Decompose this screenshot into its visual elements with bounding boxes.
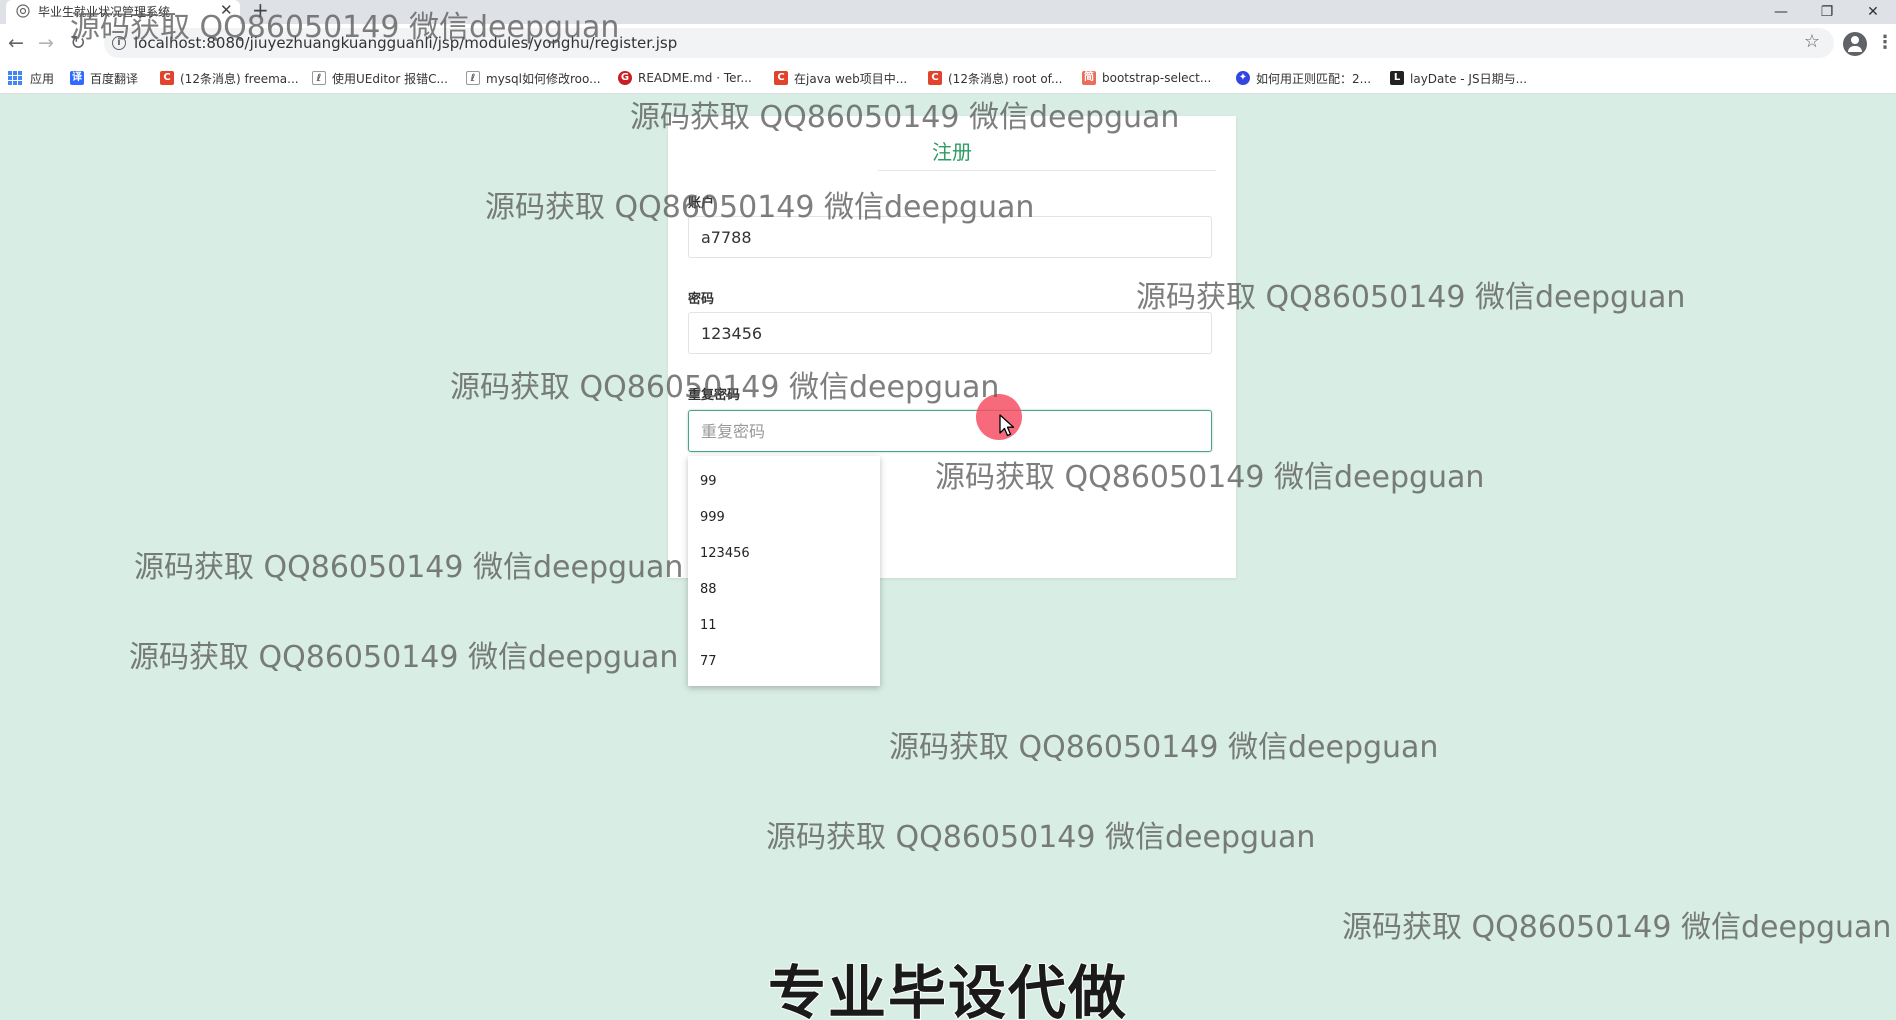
autocomplete-option[interactable]: 88 — [688, 572, 880, 608]
bookmark-star-icon[interactable]: ☆ — [1804, 31, 1820, 52]
new-tab-button[interactable]: + — [252, 0, 269, 22]
url-text[interactable]: localhost:8080/jiuyezhuangkuangguanli/js… — [134, 34, 677, 52]
layui-icon: L — [1390, 71, 1404, 85]
autocomplete-option[interactable]: 999 — [688, 500, 880, 536]
baidu-paw-icon: ✦ — [1236, 71, 1250, 85]
address-bar[interactable]: i localhost:8080/jiuyezhuangkuangguanli/… — [104, 28, 1834, 58]
autocomplete-option[interactable]: 123456 — [688, 536, 880, 572]
watermark: 源码获取 QQ86050149 微信deepguan — [1342, 910, 1892, 945]
password-input[interactable] — [688, 312, 1212, 354]
apps-grid-icon — [8, 71, 22, 85]
tab-strip: 毕业生就业状况管理系统 ✕ + — ❐ ✕ — [0, 0, 1896, 24]
browser-toolbar: ← → ↻ i localhost:8080/jiuyezhuangkuangg… — [0, 24, 1896, 62]
minimize-button[interactable]: — — [1758, 0, 1804, 24]
account-label: 账户 — [688, 196, 715, 211]
link-icon: ℓ — [466, 71, 480, 85]
autocomplete-option[interactable]: 11 — [688, 608, 880, 644]
promo-banner: 专业毕设代做 — [767, 958, 1128, 1020]
link-icon: ℓ — [312, 71, 326, 85]
bookmark-item[interactable]: C (12条消息) root of... — [928, 69, 1062, 87]
repeat-password-input[interactable] — [688, 410, 1212, 452]
jianshu-icon: 简 — [1082, 71, 1096, 85]
bookmark-item[interactable]: ℓ mysql如何修改roo... — [466, 69, 601, 87]
page-title: 注册 — [932, 140, 972, 164]
watermark: 源码获取 QQ86050149 微信deepguan — [889, 730, 1439, 765]
bookmark-item[interactable]: L layDate - JS日期与... — [1390, 69, 1527, 87]
autocomplete-option[interactable]: 77 — [688, 644, 880, 680]
bookmark-item[interactable]: ℓ 使用UEditor 报错C... — [312, 69, 448, 87]
account-icon[interactable] — [1843, 32, 1867, 56]
forward-button[interactable]: → — [34, 31, 58, 55]
back-button[interactable]: ← — [4, 31, 28, 55]
restore-button[interactable]: ❐ — [1804, 0, 1850, 24]
bookmark-item[interactable]: 译 百度翻译 — [70, 69, 138, 87]
mouse-cursor-icon — [999, 414, 1015, 437]
bookmark-item[interactable]: C 在java web项目中... — [774, 69, 907, 87]
title-divider — [878, 170, 1216, 171]
window-controls: — ❐ ✕ — [1758, 0, 1896, 24]
shield-icon — [16, 4, 30, 18]
bookmark-item[interactable]: 简 bootstrap-select... — [1082, 69, 1211, 87]
baidu-translate-icon: 译 — [70, 71, 84, 85]
bookmark-item[interactable]: C (12条消息) freema... — [160, 69, 299, 87]
watermark: 源码获取 QQ86050149 微信deepguan — [766, 820, 1316, 855]
browser-menu-icon[interactable]: ⋮ — [1876, 32, 1894, 53]
close-window-button[interactable]: ✕ — [1850, 0, 1896, 24]
browser-tab[interactable]: 毕业生就业状况管理系统 ✕ — [6, 0, 240, 24]
autocomplete-option[interactable]: 99 — [688, 464, 880, 500]
gitee-icon: G — [618, 71, 632, 85]
watermark: 源码获取 QQ86050149 微信deepguan — [134, 550, 684, 585]
tab-close-icon[interactable]: ✕ — [220, 1, 233, 19]
csdn-icon: C — [160, 71, 174, 85]
tab-title: 毕业生就业状况管理系统 — [38, 5, 171, 19]
account-input[interactable] — [688, 216, 1212, 258]
bookmark-apps[interactable]: 应用 — [8, 69, 54, 87]
csdn-icon: C — [774, 71, 788, 85]
watermark: 源码获取 QQ86050149 微信deepguan — [129, 640, 679, 675]
bookmarks-bar: 应用 译 百度翻译 C (12条消息) freema... ℓ 使用UEdito… — [0, 62, 1896, 94]
repeat-password-label: 重复密码 — [688, 388, 741, 403]
autocomplete-dropdown: 99 999 123456 88 11 77 — [688, 456, 880, 686]
bookmark-item[interactable]: ✦ 如何用正则匹配：2... — [1236, 69, 1371, 87]
bookmark-item[interactable]: G README.md · Ter... — [618, 69, 752, 87]
info-icon[interactable]: i — [112, 36, 126, 50]
password-label: 密码 — [688, 292, 715, 307]
reload-button[interactable]: ↻ — [66, 31, 90, 55]
csdn-icon: C — [928, 71, 942, 85]
